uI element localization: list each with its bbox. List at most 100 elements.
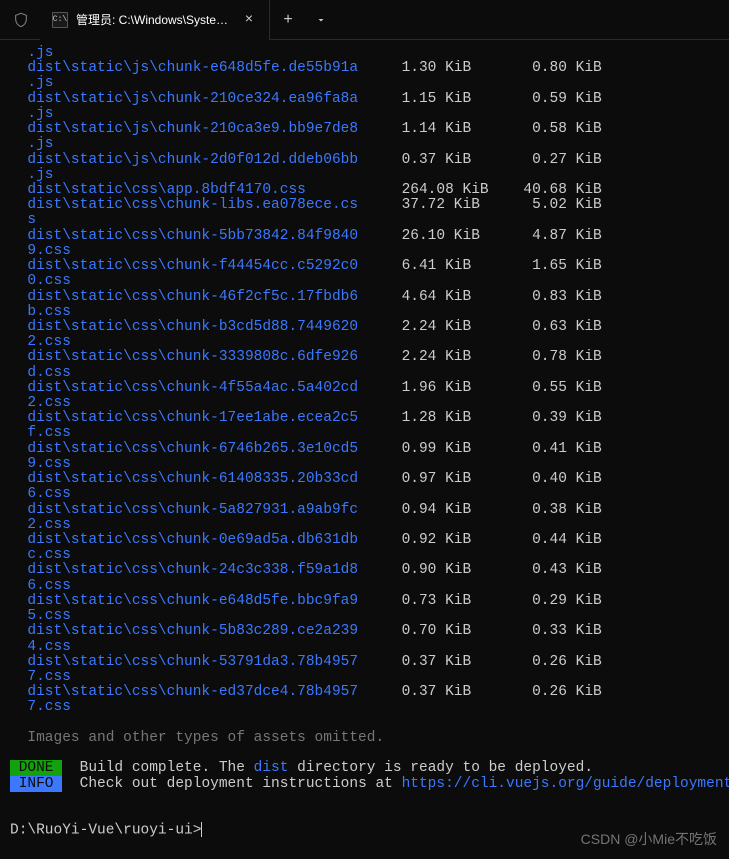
file-path: dist\static\css\chunk-53791da3.78b4957: [27, 654, 358, 670]
file-path: dist\static\js\chunk-e648d5fe.de55b91a: [27, 60, 358, 76]
file-path: dist\static\css\chunk-f44454cc.c5292c0: [27, 258, 358, 274]
file-path: 0.css: [27, 273, 71, 289]
file-path: s: [27, 212, 36, 228]
file-path: 2.css: [27, 395, 71, 411]
info-badge: INFO: [10, 776, 62, 792]
file-gzip: 0.26 KiB: [523, 654, 601, 670]
file-gzip: 0.55 KiB: [523, 380, 601, 396]
file-gzip: 0.33 KiB: [523, 623, 601, 639]
file-size: 264.08 KiB: [402, 182, 524, 198]
file-gzip: 4.87 KiB: [523, 228, 601, 244]
terminal-tab[interactable]: C:\ 管理员: C:\Windows\System32 ×: [40, 0, 270, 40]
file-size: 2.24 KiB: [402, 319, 524, 335]
file-size: 1.96 KiB: [402, 380, 524, 396]
file-gzip: 0.59 KiB: [523, 91, 601, 107]
file-path: dist\static\css\chunk-ed37dce4.78b4957: [27, 684, 358, 700]
file-gzip: 0.83 KiB: [523, 289, 601, 305]
file-size: 1.28 KiB: [402, 410, 524, 426]
file-path: dist\static\js\chunk-210ca3e9.bb9e7de8: [27, 121, 358, 137]
cmd-icon: C:\: [52, 12, 68, 28]
file-path: dist\static\css\chunk-5bb73842.84f9840: [27, 228, 358, 244]
file-path: .js: [27, 136, 53, 152]
file-size: 26.10 KiB: [402, 228, 524, 244]
file-gzip: 0.44 KiB: [523, 532, 601, 548]
file-path: dist\static\css\chunk-b3cd5d88.7449620: [27, 319, 358, 335]
file-gzip: 0.29 KiB: [523, 593, 601, 609]
info-text: Check out deployment instructions at: [62, 776, 401, 792]
omitted-message: Images and other types of assets omitted…: [10, 730, 384, 746]
file-size: 1.14 KiB: [402, 121, 524, 137]
file-path: dist\static\css\chunk-24c3c338.f59a1d8: [27, 562, 358, 578]
file-size: 1.15 KiB: [402, 91, 524, 107]
watermark: CSDN @小Mie不吃饭: [581, 829, 717, 849]
file-size: 0.94 KiB: [402, 502, 524, 518]
file-path: 2.css: [27, 334, 71, 350]
file-gzip: 0.27 KiB: [523, 152, 601, 168]
tab-title: 管理员: C:\Windows\System32: [76, 11, 233, 28]
file-gzip: 0.40 KiB: [523, 471, 601, 487]
file-path: dist\static\css\chunk-46f2cf5c.17fbdb6: [27, 289, 358, 305]
file-path: .js: [27, 45, 53, 61]
file-size: 0.73 KiB: [402, 593, 524, 609]
close-icon[interactable]: ×: [241, 12, 257, 28]
file-gzip: 0.41 KiB: [523, 441, 601, 457]
file-path: 6.css: [27, 486, 71, 502]
file-path: f.css: [27, 425, 71, 441]
file-path: dist\static\js\chunk-210ce324.ea96fa8a: [27, 91, 358, 107]
file-path: dist\static\css\chunk-0e69ad5a.db631db: [27, 532, 358, 548]
file-size: 0.37 KiB: [402, 654, 524, 670]
file-size: 2.24 KiB: [402, 349, 524, 365]
file-path: dist\static\css\app.8bdf4170.css: [27, 182, 305, 198]
file-gzip: 5.02 KiB: [523, 197, 601, 213]
file-gzip: 0.26 KiB: [523, 684, 601, 700]
file-path: 9.css: [27, 456, 71, 472]
shield-icon: [10, 9, 32, 31]
file-size: 0.92 KiB: [402, 532, 524, 548]
file-gzip: 40.68 KiB: [523, 182, 601, 198]
file-path: 7.css: [27, 669, 71, 685]
file-gzip: 1.65 KiB: [523, 258, 601, 274]
done-text-post: directory is ready to be deployed.: [288, 760, 593, 776]
file-path: 9.css: [27, 243, 71, 259]
file-path: b.css: [27, 304, 71, 320]
prompt[interactable]: D:\RuoYi-Vue\ruoyi-ui>: [10, 822, 201, 838]
terminal-output[interactable]: .js dist\static\js\chunk-e648d5fe.de55b9…: [0, 40, 729, 849]
file-gzip: 0.78 KiB: [523, 349, 601, 365]
file-path: dist\static\css\chunk-61408335.20b33cd: [27, 471, 358, 487]
file-path: 2.css: [27, 517, 71, 533]
file-path: dist\static\js\chunk-2d0f012d.ddeb06bb: [27, 152, 358, 168]
file-size: 0.90 KiB: [402, 562, 524, 578]
dist-highlight: dist: [254, 760, 289, 776]
new-tab-button[interactable]: +: [270, 0, 306, 40]
file-path: dist\static\css\chunk-6746b265.3e10cd5: [27, 441, 358, 457]
file-gzip: 0.63 KiB: [523, 319, 601, 335]
file-path: .js: [27, 167, 53, 183]
file-path: dist\static\css\chunk-libs.ea078ece.cs: [27, 197, 358, 213]
file-size: 4.64 KiB: [402, 289, 524, 305]
file-path: 6.css: [27, 578, 71, 594]
file-gzip: 0.38 KiB: [523, 502, 601, 518]
tab-dropdown-button[interactable]: [306, 0, 336, 40]
file-size: 37.72 KiB: [402, 197, 524, 213]
file-path: dist\static\css\chunk-3339808c.6dfe926: [27, 349, 358, 365]
file-size: 0.37 KiB: [402, 152, 524, 168]
done-text: Build complete. The: [62, 760, 253, 776]
file-gzip: 0.58 KiB: [523, 121, 601, 137]
file-path: dist\static\css\chunk-17ee1abe.ecea2c5: [27, 410, 358, 426]
titlebar: C:\ 管理员: C:\Windows\System32 × +: [0, 0, 729, 40]
file-size: 6.41 KiB: [402, 258, 524, 274]
file-path: dist\static\css\chunk-4f55a4ac.5a402cd: [27, 380, 358, 396]
file-path: dist\static\css\chunk-5b83c289.ce2a239: [27, 623, 358, 639]
file-path: dist\static\css\chunk-e648d5fe.bbc9fa9: [27, 593, 358, 609]
file-size: 0.37 KiB: [402, 684, 524, 700]
file-path: d.css: [27, 365, 71, 381]
file-path: .js: [27, 75, 53, 91]
file-size: 0.70 KiB: [402, 623, 524, 639]
chevron-down-icon: [315, 14, 327, 26]
file-gzip: 0.39 KiB: [523, 410, 601, 426]
file-size: 0.99 KiB: [402, 441, 524, 457]
file-path: 7.css: [27, 699, 71, 715]
cursor: [201, 822, 202, 837]
file-path: .js: [27, 106, 53, 122]
file-path: 5.css: [27, 608, 71, 624]
